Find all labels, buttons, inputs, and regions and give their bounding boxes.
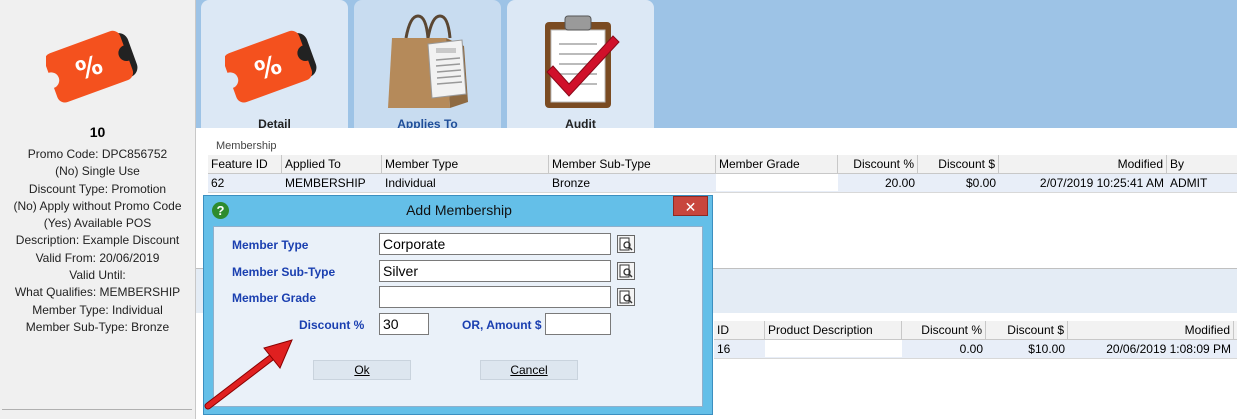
promo-detail-line: Member Type: Individual xyxy=(32,302,163,317)
cancel-button[interactable]: Cancel xyxy=(480,360,578,380)
ok-button[interactable]: Ok xyxy=(313,360,411,380)
column-header-member-grade[interactable]: Member Grade xyxy=(716,155,838,173)
search-document-icon xyxy=(619,290,633,304)
cell-discount-pct: 0.00 xyxy=(959,342,983,356)
member-grade-label: Member Grade xyxy=(232,291,317,305)
column-header-modified[interactable]: Modified xyxy=(999,155,1167,173)
annotation-arrow-icon xyxy=(204,339,293,410)
member-grade-lookup-button[interactable] xyxy=(617,288,635,306)
table-row[interactable]: 16 0.00 $10.00 20/06/2019 1:08:09 PM xyxy=(714,340,1237,359)
member-grade-field[interactable] xyxy=(379,286,611,308)
promo-detail-line: (No) Single Use xyxy=(55,164,140,179)
member-sub-type-lookup-button[interactable] xyxy=(617,262,635,280)
table-row[interactable]: 62 MEMBERSHIP Individual Bronze 20.00 $0… xyxy=(208,174,1237,193)
promo-detail-line: Member Sub-Type: Bronze xyxy=(25,319,170,334)
cell-modified: 20/06/2019 1:08:09 PM xyxy=(1106,342,1231,356)
cell-discount-amt: $10.00 xyxy=(1028,342,1065,356)
promo-detail-line: Valid From: 20/06/2019 xyxy=(35,250,160,265)
promo-detail-line: Promo Code: DPC856752 xyxy=(27,147,168,161)
member-sub-type-field[interactable]: Silver xyxy=(379,260,611,282)
cell-member-type: Individual xyxy=(385,176,436,190)
search-document-icon xyxy=(619,264,633,278)
cell-member-grade xyxy=(716,174,838,191)
membership-grid-header: Feature ID Applied To Member Type Member… xyxy=(208,155,1237,174)
cell-applied-to: MEMBERSHIP xyxy=(285,176,366,190)
cell-member-sub-type: Bronze xyxy=(552,176,591,190)
member-sub-type-label: Member Sub-Type xyxy=(232,265,336,279)
amount-field[interactable] xyxy=(545,313,611,335)
cell-modified: 2/07/2019 10:25:41 AM xyxy=(1039,176,1164,190)
column-header-product-description[interactable]: Product Description xyxy=(765,321,902,339)
promo-detail-line: (No) Apply without Promo Code xyxy=(13,198,182,213)
products-grid-header: ID Product Description Discount % Discou… xyxy=(714,321,1237,340)
shopping-bag-icon xyxy=(388,14,468,108)
member-type-field[interactable]: Corporate xyxy=(379,233,611,255)
promo-details: Promo Code: DPC856752 (No) Single Use Di… xyxy=(0,146,195,336)
promo-detail-line: Description: Example Discount xyxy=(15,233,180,248)
cell-feature-id: 62 xyxy=(211,176,225,190)
tab-detail[interactable]: % Detail xyxy=(201,0,348,131)
column-header-modified[interactable]: Modified xyxy=(1068,321,1234,339)
promo-detail-line: What Qualifies: MEMBERSHIP xyxy=(14,285,181,300)
column-header-member-type[interactable]: Member Type xyxy=(382,155,549,173)
column-header-feature-id[interactable]: Feature ID xyxy=(208,155,282,173)
column-header-applied-to[interactable]: Applied To xyxy=(282,155,382,173)
tab-applies-to[interactable]: Applies To xyxy=(354,0,501,131)
close-button[interactable]: ✕ xyxy=(673,196,708,216)
column-header-discount-amt[interactable]: Discount $ xyxy=(986,321,1068,339)
column-header-discount-pct[interactable]: Discount % xyxy=(902,321,986,339)
search-document-icon xyxy=(619,237,633,251)
divider xyxy=(2,409,192,410)
amount-label: OR, Amount $ xyxy=(462,318,542,332)
dialog-title: Add Membership xyxy=(406,202,512,218)
promo-detail-line: Valid Until: xyxy=(69,268,126,283)
discount-tag-icon: % xyxy=(225,30,317,103)
column-header-by[interactable]: By xyxy=(1167,155,1237,173)
cell-by: ADMIT xyxy=(1170,176,1208,190)
section-title: Membership xyxy=(216,140,277,152)
member-type-lookup-button[interactable] xyxy=(617,235,635,253)
column-header-discount-amt[interactable]: Discount $ xyxy=(918,155,999,173)
promo-summary-panel: % 10 Promo Code: DPC856752 (No) Single U… xyxy=(0,0,196,419)
cancel-button-label: Cancel xyxy=(510,363,548,377)
column-header-id[interactable]: ID xyxy=(714,321,765,339)
cell-id: 16 xyxy=(717,342,731,356)
cell-discount-pct: 20.00 xyxy=(884,176,915,190)
member-type-label: Member Type xyxy=(232,238,309,252)
cell-discount-amt: $0.00 xyxy=(965,176,996,190)
tab-audit[interactable]: Audit xyxy=(507,0,654,131)
discount-pct-field[interactable]: 30 xyxy=(379,313,429,335)
promo-detail-line: (Yes) Available POS xyxy=(43,216,152,231)
discount-tag-icon: % xyxy=(46,30,138,103)
promo-detail-line: Discount Type: Promotion xyxy=(28,181,167,196)
tab-bar xyxy=(196,0,1237,128)
cell-product-description xyxy=(765,340,902,357)
column-header-discount-pct[interactable]: Discount % xyxy=(838,155,918,173)
ok-button-label: Ok xyxy=(354,363,370,377)
column-header-member-sub-type[interactable]: Member Sub-Type xyxy=(549,155,716,173)
promo-id: 10 xyxy=(89,124,106,140)
clipboard-check-icon xyxy=(545,15,620,108)
